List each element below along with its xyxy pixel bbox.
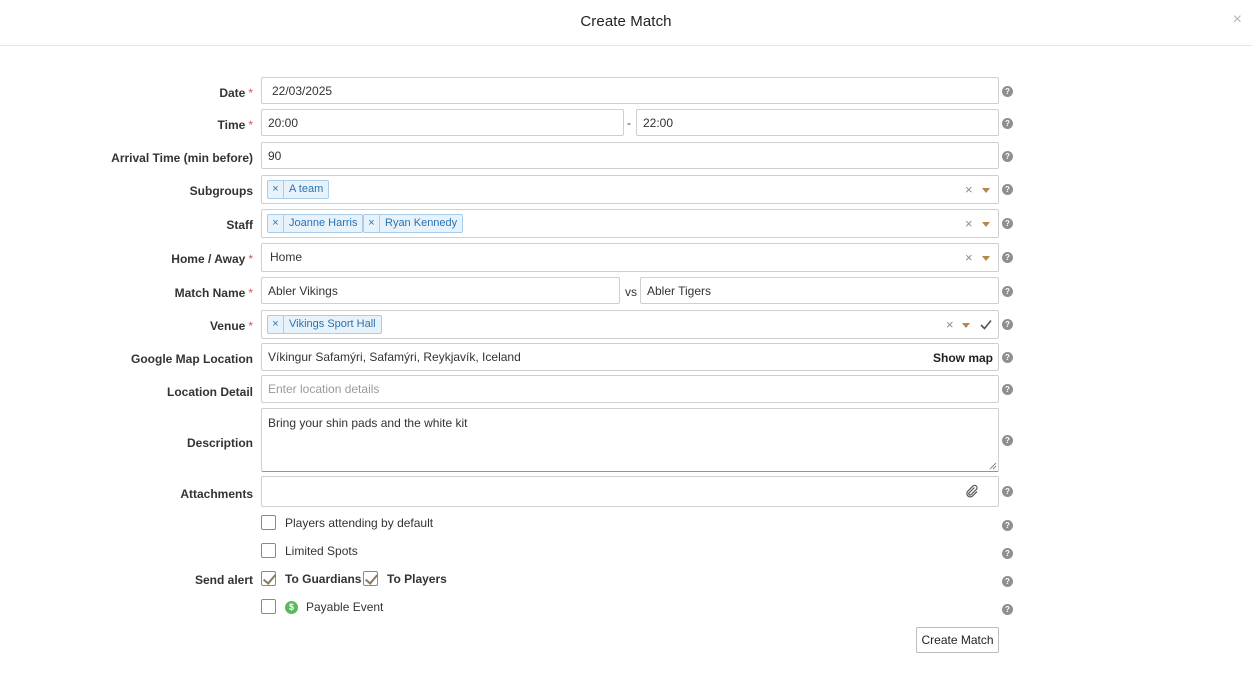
chip-remove-icon[interactable]: × [268, 215, 284, 232]
description-textarea[interactable]: Bring your shin pads and the white kit [261, 408, 999, 472]
clear-icon[interactable]: × [965, 244, 973, 272]
chip-joanne-harris: × Joanne Harris [267, 214, 364, 233]
to-players-checkbox[interactable] [363, 571, 378, 586]
chip-remove-icon[interactable]: × [364, 215, 380, 232]
vs-label: vs [625, 285, 637, 299]
chip-remove-icon[interactable]: × [268, 316, 284, 333]
to-guardians-label: To Guardians [285, 572, 362, 586]
time-help-icon[interactable]: ? [1002, 118, 1013, 129]
to-players-label: To Players [387, 572, 447, 586]
dollar-icon: $ [285, 601, 298, 614]
match-name-help-icon[interactable]: ? [1002, 286, 1013, 297]
location-detail-label: Location Detail [166, 385, 253, 399]
date-help-icon[interactable]: ? [1002, 86, 1013, 97]
date-input[interactable]: 22/03/2025 [261, 77, 999, 104]
home-away-help-icon[interactable]: ? [1002, 252, 1013, 263]
to-guardians-checkbox[interactable] [261, 571, 276, 586]
venue-select[interactable]: × Vikings Sport Hall × [261, 310, 999, 339]
chevron-down-icon[interactable] [982, 188, 990, 193]
create-match-button[interactable]: Create Match [916, 627, 999, 653]
home-away-label: Home / Away * [171, 252, 253, 266]
arrival-label: Arrival Time (min before) [111, 151, 253, 165]
send-alert-help-icon[interactable]: ? [1002, 576, 1013, 587]
modal-title: Create Match [580, 13, 672, 30]
google-map-input[interactable]: Víkingur Safamýri, Safamýri, Reykjavík, … [261, 343, 999, 371]
limited-spots-label: Limited Spots [285, 544, 358, 558]
home-team-input[interactable]: Abler Vikings [261, 277, 620, 304]
clear-icon[interactable]: × [965, 210, 973, 238]
chip-a-team: × A team [267, 180, 330, 199]
payable-event-label: Payable Event [306, 600, 384, 614]
time-start-input[interactable]: 20:00 [261, 109, 624, 136]
home-away-select[interactable]: Home × [261, 243, 999, 272]
chevron-down-icon[interactable] [962, 323, 970, 328]
resize-handle-icon[interactable] [989, 462, 997, 470]
chevron-down-icon[interactable] [982, 256, 990, 261]
time-separator: - [627, 116, 631, 130]
time-end-input[interactable]: 22:00 [636, 109, 999, 136]
subgroups-label: Subgroups [189, 184, 253, 198]
away-team-input[interactable]: Abler Tigers [640, 277, 999, 304]
attachments-dropzone[interactable] [261, 476, 999, 507]
location-detail-input[interactable]: Enter location details [261, 375, 999, 403]
location-detail-help-icon[interactable]: ? [1002, 384, 1013, 395]
paperclip-icon[interactable] [965, 484, 979, 498]
arrival-time-input[interactable]: 90 [261, 142, 999, 169]
chip-remove-icon[interactable]: × [268, 181, 284, 198]
match-name-label: Match Name * [174, 286, 253, 300]
chip-ryan-kennedy: × Ryan Kennedy [363, 214, 464, 233]
subgroups-help-icon[interactable]: ? [1002, 184, 1013, 195]
payable-event-checkbox[interactable] [261, 599, 276, 614]
send-alert-label: Send alert [194, 573, 253, 587]
venue-label: Venue * [209, 319, 253, 333]
staff-label: Staff [226, 218, 253, 232]
venue-help-icon[interactable]: ? [1002, 319, 1013, 330]
show-map-button[interactable]: Show map [933, 344, 993, 372]
google-map-label: Google Map Location [131, 352, 253, 366]
date-label: Date * [219, 86, 253, 100]
limited-spots-help-icon[interactable]: ? [1002, 548, 1013, 559]
limited-spots-checkbox[interactable] [261, 543, 276, 558]
payable-event-help-icon[interactable]: ? [1002, 604, 1013, 615]
close-icon[interactable]: × [1233, 10, 1242, 30]
staff-help-icon[interactable]: ? [1002, 218, 1013, 229]
arrival-help-icon[interactable]: ? [1002, 151, 1013, 162]
staff-select[interactable]: × Joanne Harris × Ryan Kennedy × [261, 209, 999, 238]
clear-icon[interactable]: × [965, 176, 973, 204]
description-label: Description [186, 436, 253, 450]
attachments-help-icon[interactable]: ? [1002, 486, 1013, 497]
players-attending-checkbox[interactable] [261, 515, 276, 530]
modal-header: Create Match × [0, 0, 1252, 46]
chip-vikings-sport-hall: × Vikings Sport Hall [267, 315, 382, 334]
subgroups-select[interactable]: × A team × [261, 175, 999, 204]
chevron-down-icon[interactable] [982, 222, 990, 227]
players-attending-help-icon[interactable]: ? [1002, 520, 1013, 531]
attachments-label: Attachments [180, 487, 253, 501]
clear-icon[interactable]: × [946, 311, 954, 339]
time-label: Time * [217, 118, 253, 132]
players-attending-label: Players attending by default [285, 516, 434, 530]
check-icon [980, 319, 992, 330]
description-help-icon[interactable]: ? [1002, 435, 1013, 446]
google-map-help-icon[interactable]: ? [1002, 352, 1013, 363]
